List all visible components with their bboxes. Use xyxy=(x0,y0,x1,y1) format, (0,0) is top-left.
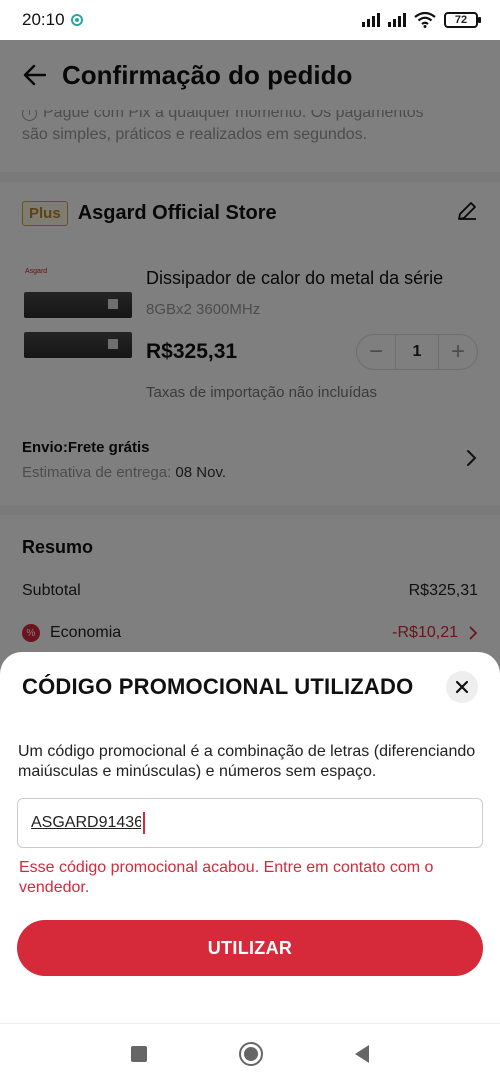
apply-promo-button[interactable]: UTILIZAR xyxy=(17,920,483,976)
promo-code-input[interactable] xyxy=(31,814,141,832)
close-icon xyxy=(455,680,469,694)
notification-dot-icon xyxy=(70,14,83,26)
promo-code-field[interactable] xyxy=(17,798,483,848)
promo-code-sheet: CÓDIGO PROMOCIONAL UTILIZADO Um código p… xyxy=(0,652,500,1083)
system-nav-bar xyxy=(0,1023,500,1083)
close-button[interactable] xyxy=(446,671,478,703)
sheet-header: CÓDIGO PROMOCIONAL UTILIZADO xyxy=(0,652,500,722)
promo-error-message: Esse código promocional acabou. Entre em… xyxy=(19,859,434,896)
status-time: 20:10 xyxy=(22,10,65,29)
back-icon[interactable] xyxy=(355,1044,369,1063)
promo-description: Um código promocional é a combinação de … xyxy=(18,743,476,780)
status-icons: 72 xyxy=(362,12,481,28)
signal-icon xyxy=(362,13,380,27)
battery-level: 72 xyxy=(454,14,468,26)
battery-icon: 72 xyxy=(444,12,481,28)
home-icon[interactable] xyxy=(239,1041,263,1066)
status-bar: 20:10 72 xyxy=(0,0,500,40)
sheet-title: CÓDIGO PROMOCIONAL UTILIZADO xyxy=(22,674,414,699)
text-caret xyxy=(143,812,145,834)
wifi-icon xyxy=(414,12,436,28)
signal-icon-2 xyxy=(388,13,406,27)
recent-apps-icon[interactable] xyxy=(131,1045,147,1062)
